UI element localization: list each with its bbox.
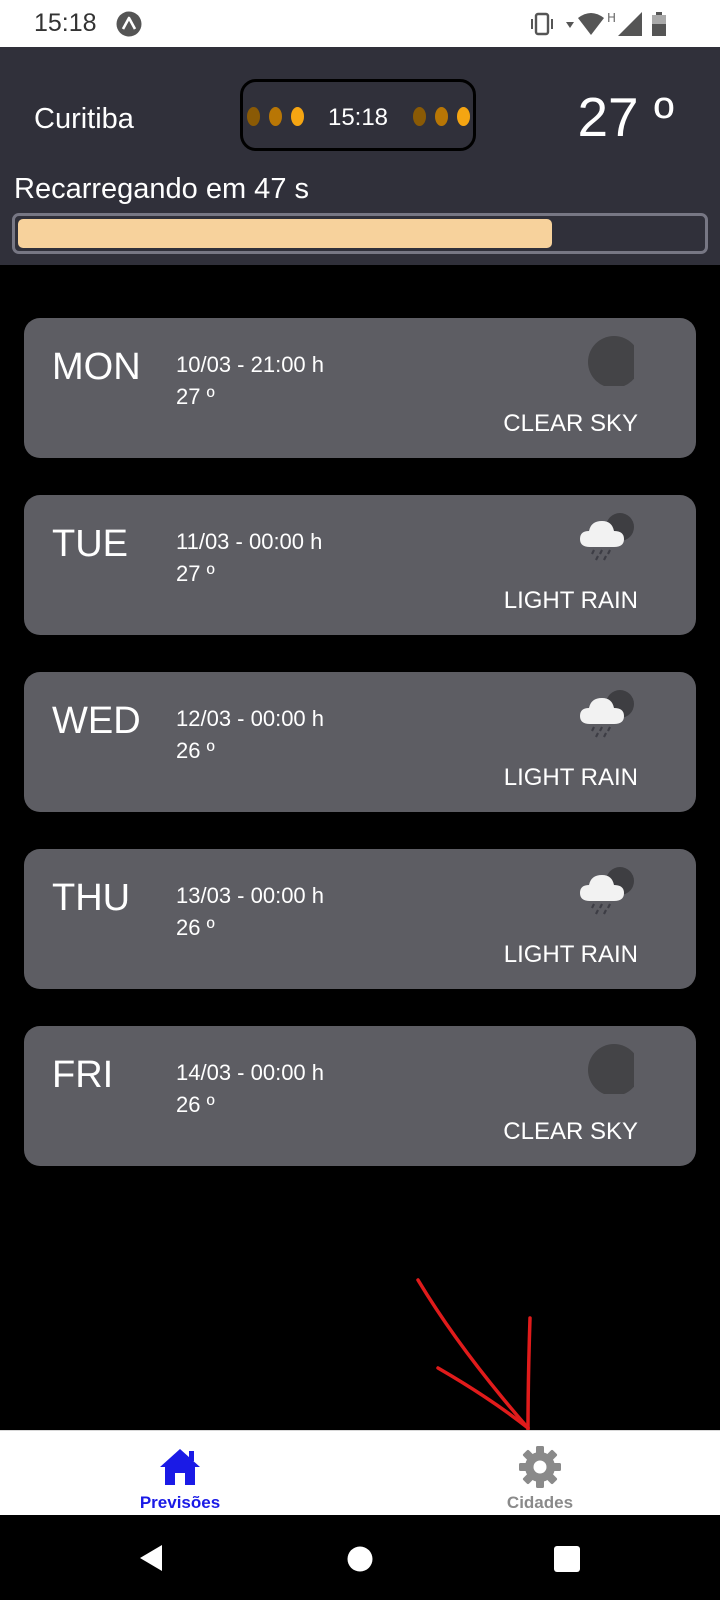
weather-header: Curitiba 15:18 27 º Recarregando em 47 s [0, 47, 720, 265]
forecast-datetime: 13/03 - 00:00 h [176, 883, 325, 908]
light-rain-icon [580, 513, 634, 561]
vibrate-icon [531, 12, 553, 36]
data-arrow-icon [566, 22, 574, 28]
forecast-temperature: 26 º [176, 915, 215, 940]
forecast-card[interactable]: THU 13/03 - 00:00 h 26 º LIGHT RAIN [24, 849, 696, 989]
reload-progress-fill [18, 219, 552, 248]
forecast-card[interactable]: FRI 14/03 - 00:00 h 26 º CLEAR SKY [24, 1026, 696, 1166]
forecast-temperature: 27 º [176, 561, 215, 586]
clear-sky-night-icon [588, 1044, 634, 1094]
battery-icon [652, 12, 666, 36]
indicator-dot [435, 107, 448, 126]
forecast-card[interactable]: MON 10/03 - 21:00 h 27 º CLEAR SKY [24, 318, 696, 458]
signal-h-icon: H [607, 11, 616, 25]
forecast-description: LIGHT RAIN [503, 764, 638, 791]
forecast-datetime: 12/03 - 00:00 h [176, 706, 325, 731]
city-name: Curitiba [34, 103, 134, 135]
forecast-description: LIGHT RAIN [503, 587, 638, 614]
wifi-icon [578, 13, 604, 35]
clear-sky-night-icon [588, 336, 634, 386]
current-temperature: 27 º [577, 86, 674, 148]
indicator-dot [413, 107, 426, 126]
forecast-datetime: 10/03 - 21:00 h [176, 352, 325, 377]
tab-previsoes[interactable]: Previsões [80, 1431, 280, 1516]
forecast-description: CLEAR SKY [503, 1118, 638, 1145]
system-navigation-bar [0, 1515, 720, 1600]
forecast-datetime: 14/03 - 00:00 h [176, 1060, 325, 1085]
forecast-card[interactable]: WED 12/03 - 00:00 h 26 º LIGHT RAIN [24, 672, 696, 812]
recents-icon[interactable] [554, 1546, 580, 1572]
forecast-datetime: 11/03 - 00:00 h [176, 529, 323, 554]
back-icon[interactable] [136, 1543, 166, 1573]
tab-cidades[interactable]: Cidades [440, 1431, 640, 1516]
clock-box: 15:18 [240, 79, 476, 151]
forecast-day: THU [52, 877, 131, 919]
forecast-card[interactable]: TUE 11/03 - 00:00 h 27 º LIGHT RAIN [24, 495, 696, 635]
forecast-temperature: 27 º [176, 384, 215, 409]
forecast-description: LIGHT RAIN [503, 941, 638, 968]
gear-icon [519, 1446, 561, 1488]
forecast-temperature: 26 º [176, 1092, 215, 1117]
status-bar: 15:18 H [0, 0, 720, 47]
tab-label: Cidades [506, 1493, 574, 1512]
reload-progress-bar [12, 213, 708, 254]
forecast-day: TUE [52, 523, 128, 565]
home-icon [160, 1449, 200, 1485]
cell-signal-icon [618, 12, 642, 36]
red-arrow-annotation-icon [416, 1278, 532, 1432]
tab-label: Previsões [139, 1493, 221, 1512]
indicator-dot [457, 107, 470, 126]
forecast-temperature: 26 º [176, 738, 215, 763]
forecast-day: WED [52, 700, 141, 742]
status-time: 15:18 [34, 9, 97, 37]
reload-countdown: Recarregando em 47 s [14, 173, 309, 205]
forecast-description: CLEAR SKY [503, 410, 638, 437]
forecast-day: MON [52, 346, 141, 388]
bottom-navigation: Previsões Cidades [0, 1430, 720, 1516]
forecast-day: FRI [52, 1054, 114, 1096]
status-icons: H [531, 11, 666, 36]
light-rain-icon [580, 867, 634, 915]
app-a-icon [116, 11, 142, 37]
home-circle-icon[interactable] [346, 1545, 374, 1573]
light-rain-icon [580, 690, 634, 738]
